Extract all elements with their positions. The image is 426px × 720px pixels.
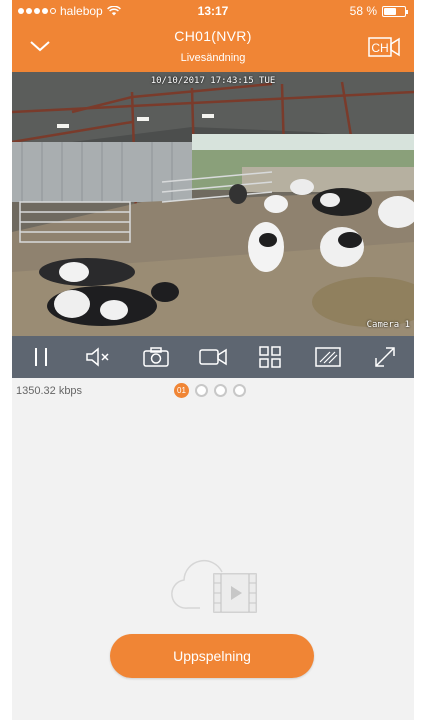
record-button[interactable] (198, 342, 228, 372)
video-timestamp: 10/10/2017 17:43:15 TUE (150, 76, 276, 86)
battery-icon (382, 5, 408, 17)
pause-icon (34, 348, 47, 366)
mute-icon (86, 347, 109, 367)
channel-camera-icon: CH (368, 37, 400, 57)
control-toolbar (12, 336, 414, 378)
record-icon (199, 348, 227, 366)
battery-group: 58 % (349, 4, 408, 18)
grid-icon (259, 346, 282, 368)
fullscreen-button[interactable] (370, 342, 400, 372)
fullscreen-icon (375, 347, 395, 367)
cloud-video-icon (171, 559, 257, 613)
channel-title: CH01(NVR) (174, 28, 252, 44)
split-view-button[interactable] (255, 342, 285, 372)
camera-label: Camera 1 (366, 320, 410, 330)
snapshot-button[interactable] (141, 342, 171, 372)
page-dot-active[interactable]: 01 (174, 383, 189, 398)
title-bar: CH01(NVR) Livesändning CH (12, 22, 414, 72)
header: halebop 13:17 58 % CH01(NVR) Livesändnin… (12, 0, 414, 72)
page-dot[interactable] (214, 384, 227, 397)
channel-select-button[interactable]: CH (368, 36, 400, 58)
quality-button[interactable] (313, 342, 343, 372)
svg-text:CH: CH (371, 41, 388, 55)
snapshot-icon (142, 347, 169, 367)
playback-button[interactable]: Uppspelning (110, 634, 314, 678)
status-bar: halebop 13:17 58 % (12, 0, 414, 22)
battery-percent: 58 % (349, 4, 377, 18)
quality-icon (315, 347, 341, 367)
app-screen: halebop 13:17 58 % CH01(NVR) Livesändnin… (12, 0, 414, 720)
barn-camera-image (12, 72, 414, 336)
live-video-view[interactable]: 10/10/2017 17:43:15 TUE Camera 1 (12, 72, 414, 336)
page-indicator: 01 (174, 383, 246, 398)
bitrate-readout: 1350.32 kbps (16, 385, 83, 397)
live-status: Livesändning (180, 52, 246, 64)
page-dot[interactable] (195, 384, 208, 397)
battery-fill (384, 7, 396, 15)
cloud-video-illustration (160, 550, 260, 620)
mute-button[interactable] (83, 342, 113, 372)
page-dot[interactable] (233, 384, 246, 397)
pause-button[interactable] (26, 342, 56, 372)
